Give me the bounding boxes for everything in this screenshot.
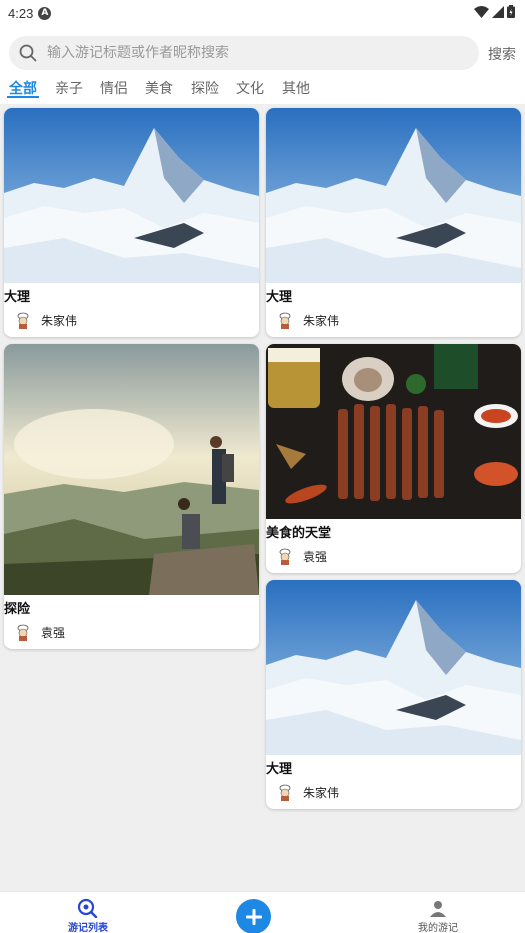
avatar	[14, 311, 32, 329]
category-tabs: 全部 亲子 情侣 美食 探险 文化 其他	[0, 76, 525, 104]
add-icon	[245, 908, 262, 925]
tab-culture[interactable]: 文化	[236, 76, 264, 98]
tab-family[interactable]: 亲子	[55, 76, 83, 98]
avatar	[276, 547, 294, 565]
status-bar: 4:23 A	[0, 0, 525, 26]
author-name: 朱家伟	[303, 313, 340, 328]
author-name: 朱家伟	[41, 313, 78, 328]
avatar	[276, 783, 294, 801]
nav-my-travels[interactable]: 我的游记	[410, 892, 466, 933]
travel-card[interactable]: 探险 袁强	[4, 344, 259, 649]
search-icon	[19, 44, 37, 62]
battery-icon	[507, 5, 515, 18]
card-image-snow-mountain	[266, 108, 521, 283]
add-travel-button[interactable]	[236, 899, 271, 933]
card-author: 朱家伟	[14, 311, 259, 329]
search-button[interactable]: 搜索	[488, 44, 516, 64]
status-time: 4:23	[8, 5, 34, 21]
status-indicator-icon: A	[38, 6, 52, 20]
chef-avatar-icon	[17, 624, 29, 641]
travel-card[interactable]: 大理 朱家伟	[4, 108, 259, 337]
tab-all[interactable]: 全部	[7, 76, 39, 98]
card-title: 大理	[266, 762, 293, 777]
wifi-icon	[474, 5, 489, 18]
card-image-bbq-skewers	[266, 344, 521, 519]
travel-notes-grid: 大理 朱家伟 大理 朱家伟 探险 袁强 美食的天堂 袁强 大理 朱家伟	[0, 104, 525, 890]
person-icon	[430, 901, 446, 917]
card-image-snow-mountain	[4, 108, 259, 283]
travel-card[interactable]: 大理 朱家伟	[266, 580, 521, 809]
card-author: 袁强	[276, 547, 521, 565]
card-title: 大理	[266, 290, 293, 305]
author-name: 袁强	[303, 549, 328, 564]
travel-card[interactable]: 大理 朱家伟	[266, 108, 521, 337]
card-title: 探险	[4, 602, 31, 617]
header: 搜索 全部 亲子 情侣 美食 探险 文化 其他	[0, 26, 525, 104]
search-box[interactable]	[9, 36, 479, 70]
card-image-hikers-cliff	[4, 344, 259, 595]
travel-list-search-icon	[77, 898, 98, 918]
card-author: 朱家伟	[276, 783, 521, 801]
tab-couple[interactable]: 情侣	[100, 76, 128, 98]
avatar	[276, 311, 294, 329]
nav-travel-list[interactable]: 游记列表	[60, 892, 116, 933]
avatar	[14, 623, 32, 641]
card-title: 大理	[4, 290, 31, 305]
status-icons	[474, 5, 515, 18]
tab-adventure[interactable]: 探险	[191, 76, 219, 98]
card-author: 朱家伟	[276, 311, 521, 329]
tab-food[interactable]: 美食	[145, 76, 173, 98]
search-input[interactable]	[47, 45, 447, 61]
card-author: 袁强	[14, 623, 259, 641]
nav-travel-list-label: 游记列表	[68, 923, 108, 933]
travel-card[interactable]: 美食的天堂 袁强	[266, 344, 521, 573]
author-name: 朱家伟	[303, 785, 340, 800]
signal-icon	[492, 5, 504, 18]
nav-my-travels-label: 我的游记	[418, 923, 458, 933]
chef-avatar-icon	[279, 784, 291, 801]
chef-avatar-icon	[17, 312, 29, 329]
author-name: 袁强	[41, 625, 66, 640]
chef-avatar-icon	[279, 312, 291, 329]
card-image-snow-mountain	[266, 580, 521, 755]
card-title: 美食的天堂	[266, 526, 332, 541]
tab-other[interactable]: 其他	[282, 76, 310, 98]
chef-avatar-icon	[279, 548, 291, 565]
